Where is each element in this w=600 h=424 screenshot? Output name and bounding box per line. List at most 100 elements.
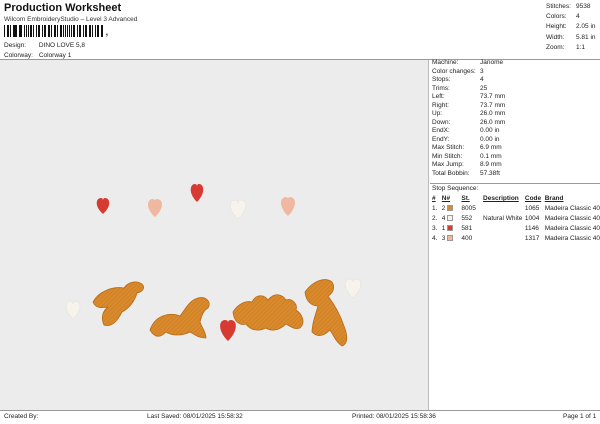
summary-value: 9538 xyxy=(576,3,591,10)
machine-specs: Machine: Janome Color changes: 3 Stops: 4 Trim… xyxy=(432,59,505,178)
row-n: 1 xyxy=(442,224,462,234)
row-st: 581 xyxy=(461,225,473,232)
row-st: 400 xyxy=(461,235,473,242)
barcode-bar xyxy=(15,25,17,37)
col-header-num: # xyxy=(432,195,436,202)
spec-value: 73.7 mm xyxy=(480,101,506,109)
barcode-bar xyxy=(91,25,94,37)
color-swatch xyxy=(447,215,454,222)
spec-row: Down: 26.0 mm xyxy=(432,119,505,128)
row-description xyxy=(483,204,525,214)
page-number: Page 1 of 1 xyxy=(563,413,597,420)
spec-value: Janome xyxy=(480,59,504,66)
dino-pterodactyl xyxy=(92,281,145,327)
spec-row: Max Stitch: 6.9 mm xyxy=(432,144,505,153)
col-header-description: Description xyxy=(483,195,519,202)
spec-row: Machine: Janome xyxy=(432,59,505,68)
summary-label: Height: xyxy=(546,23,567,31)
spec-label: Total Bobbin: xyxy=(432,169,470,177)
spec-value: 0.1 mm xyxy=(480,152,502,160)
spec-row: EndY: 0.00 in xyxy=(432,136,505,145)
color-swatch xyxy=(447,225,454,232)
dino-trex xyxy=(304,279,348,347)
heart-red-2 xyxy=(190,184,204,202)
spec-label: Up: xyxy=(432,110,443,117)
spec-label: Stops: xyxy=(432,76,451,83)
summary-label: Width: xyxy=(546,33,565,41)
barcode-bar xyxy=(55,25,57,37)
embroidery-preview xyxy=(65,184,362,347)
barcode-bar xyxy=(88,25,90,37)
row-description xyxy=(483,224,525,234)
col-header-code: Code xyxy=(524,195,542,202)
dino-brontosaurus xyxy=(149,297,210,339)
barcode-bar xyxy=(71,25,72,37)
row-brand: Madeira Classic 40 xyxy=(544,215,600,222)
specs-divider xyxy=(430,183,600,184)
spec-label: Machine: xyxy=(432,59,459,66)
spec-row: Up: 26.0 mm xyxy=(432,110,505,119)
summary-value: 5.81 in xyxy=(576,33,596,41)
heart-peach-1 xyxy=(148,199,162,217)
spec-label: Color changes: xyxy=(432,67,476,75)
spec-row: Color changes: 3 xyxy=(432,68,505,77)
spec-row: EndX: 0.00 in xyxy=(432,127,505,136)
design-preview-canvas xyxy=(0,60,429,410)
summary-label: Colors: xyxy=(546,13,567,21)
printed-date: Printed: 08/01/2025 15:58:36 xyxy=(352,413,436,420)
summary-value: 2.05 in xyxy=(576,23,596,31)
spec-label: Trims: xyxy=(432,84,450,92)
row-brand: Madeira Classic 40 xyxy=(544,225,600,232)
row-num: 1. xyxy=(432,205,438,212)
summary-label: Stitches: xyxy=(546,3,571,10)
spec-value: 3 xyxy=(480,67,484,75)
barcode-bar xyxy=(65,25,67,37)
row-n-value: 2 xyxy=(441,205,446,212)
created-by: Created By: xyxy=(4,413,39,420)
barcode-bar xyxy=(82,25,84,37)
row-n-value: 1 xyxy=(441,225,446,232)
spec-value: 8.9 mm xyxy=(480,161,502,168)
table-row: 4. 3 400 1317 Madeira Classic 40 xyxy=(432,234,600,244)
heart-red-3 xyxy=(220,320,236,341)
spec-label: EndY: xyxy=(432,135,450,143)
barcode-bar xyxy=(49,25,51,37)
table-row: 3. 1 581 1146 Madeira Classic 40 xyxy=(432,224,600,234)
barcode-bar xyxy=(24,25,26,37)
worksheet-title: Production Worksheet xyxy=(4,2,122,14)
color-swatch xyxy=(447,205,454,212)
barcode-bar xyxy=(4,25,5,37)
spec-row: Stops: 4 xyxy=(432,76,505,85)
heart-white-3 xyxy=(344,278,362,299)
spec-label: Right: xyxy=(432,101,449,109)
barcode-bar xyxy=(31,25,33,37)
footer-divider xyxy=(0,410,600,411)
barcode-bar xyxy=(97,25,99,37)
row-brand: Madeira Classic 40 xyxy=(544,235,600,242)
barcode-bar xyxy=(76,25,79,37)
spec-value: 4 xyxy=(480,76,484,83)
spec-value: 0.00 in xyxy=(480,135,500,143)
stop-sequence-title: Stop Sequence: xyxy=(432,185,479,192)
design-row: Design: DINO LOVE 5,8 xyxy=(4,41,85,51)
barcode-bar xyxy=(35,25,37,37)
spec-row: Right: 73.7 mm xyxy=(432,102,505,111)
spec-label: Down: xyxy=(432,118,451,126)
summary-row: Zoom: 1:1 xyxy=(546,43,596,53)
summary-value: 1:1 xyxy=(576,43,586,51)
row-brand: Madeira Classic 40 xyxy=(544,205,600,212)
row-num: 4. xyxy=(432,235,438,242)
spec-value: 6.9 mm xyxy=(480,144,502,151)
last-saved: Last Saved: 08/01/2025 15:58:32 xyxy=(147,413,243,420)
summary-label: Zoom: xyxy=(546,43,565,51)
row-code: 1317 xyxy=(524,235,540,242)
row-description xyxy=(483,234,525,244)
design-value: DINO LOVE 5,8 xyxy=(38,42,86,49)
spec-label: Max Stitch: xyxy=(432,144,465,151)
software-subtitle: Wilcom EmbroideryStudio – Level 3 Advanc… xyxy=(4,16,138,23)
stop-sequence-table: # N# St. Description Code Brand 1. 2 8005… xyxy=(432,194,600,244)
spec-value: 26.0 mm xyxy=(480,110,506,117)
summary-value: 4 xyxy=(576,13,580,21)
row-st: 552 xyxy=(461,215,473,222)
spec-value: 0.00 in xyxy=(480,127,500,134)
